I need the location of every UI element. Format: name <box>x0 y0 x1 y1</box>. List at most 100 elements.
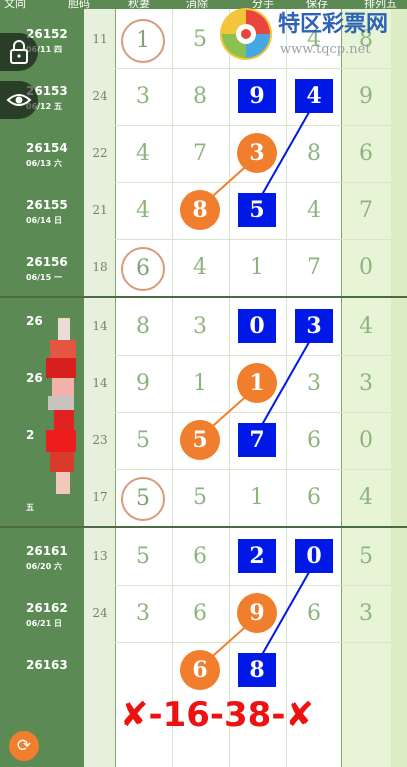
digit-blue-value: 8 <box>238 652 276 687</box>
digit-value: 4 <box>136 197 150 223</box>
digit-orange-value: 8 <box>180 189 220 230</box>
row-divider <box>115 182 391 183</box>
digit-orange-value: 6 <box>180 649 220 690</box>
digit-value: 8 <box>307 140 321 166</box>
digit-cell: 7 <box>338 190 394 232</box>
period-number: 26155 <box>26 198 68 212</box>
lock-button[interactable] <box>0 33 38 71</box>
digit-blue-value: 9 <box>238 78 276 113</box>
digit-cell: 4 <box>172 247 228 289</box>
sum-cell: 11 <box>92 31 108 46</box>
digit-value: 6 <box>307 427 321 453</box>
digit-cell <box>338 650 394 692</box>
header-col-1: 胆码 <box>68 0 90 9</box>
digit-cell: 8 <box>172 76 228 118</box>
sum-cell: 14 <box>92 318 108 333</box>
digit-cell: 0 <box>338 247 394 289</box>
digit-value: 1 <box>193 370 207 396</box>
row-divider <box>115 239 391 240</box>
digit-value: 6 <box>193 600 207 626</box>
digit-value: 5 <box>193 484 207 510</box>
period-cell: 26154 06/13 六 <box>20 125 80 182</box>
row-divider <box>115 469 391 470</box>
digit-cell: 6 <box>286 477 342 519</box>
digit-cell: 3 <box>115 593 171 635</box>
digit-value: 6 <box>193 543 207 569</box>
digit-cell: 9 <box>229 592 285 635</box>
digit-cell: 1 <box>172 363 228 405</box>
digit-cell: 6 <box>172 536 228 578</box>
period-number: 26163 <box>26 658 68 672</box>
digit-value: 9 <box>136 370 150 396</box>
digit-cell: 5 <box>172 419 228 462</box>
period-cell: 26155 06/14 日 <box>20 182 80 239</box>
digit-cell: 3 <box>286 306 342 348</box>
sum-cell: 24 <box>92 88 108 103</box>
digit-value: 3 <box>136 600 150 626</box>
digit-value: 0 <box>359 427 373 453</box>
digit-value: 4 <box>136 140 150 166</box>
digit-cell: 6 <box>115 246 171 291</box>
period-cell: 26156 06/15 一 <box>20 239 80 296</box>
digit-cell: 6 <box>286 593 342 635</box>
digit-value: 3 <box>307 370 321 396</box>
digit-cell: 1 <box>229 362 285 405</box>
digit-cell: 4 <box>286 190 342 232</box>
eye-button[interactable] <box>0 81 38 119</box>
reload-button[interactable]: ⟳ <box>9 731 39 761</box>
digit-cell: 4 <box>115 190 171 232</box>
period-number: 26 <box>26 314 43 328</box>
digit-cell: 6 <box>172 649 228 692</box>
eye-icon <box>6 94 32 106</box>
digit-cell: 1 <box>229 247 285 289</box>
digit-cell: 9 <box>115 363 171 405</box>
redacted-overlay <box>46 318 78 508</box>
digit-cell: 5 <box>172 477 228 519</box>
digit-cell: 5 <box>229 190 285 232</box>
digit-cell: 2 <box>229 536 285 578</box>
row-divider <box>115 68 391 69</box>
sum-cell: 23 <box>92 432 108 447</box>
sum-cell: 24 <box>92 605 108 620</box>
digit-value: 1 <box>250 254 264 280</box>
digit-cell: 6 <box>286 420 342 462</box>
digit-cell: 3 <box>172 306 228 348</box>
digit-blue-value: 0 <box>295 538 333 573</box>
digit-value: 6 <box>359 140 373 166</box>
digit-cell: 9 <box>229 76 285 118</box>
digit-value: 4 <box>193 254 207 280</box>
period-number: 26 <box>26 371 43 385</box>
digit-value: 7 <box>307 254 321 280</box>
digit-value: 5 <box>136 427 150 453</box>
digit-cell: 8 <box>229 650 285 692</box>
digit-cell <box>286 650 342 692</box>
period-date: 06/21 日 <box>26 619 62 628</box>
digit-cell: 7 <box>229 420 285 462</box>
period-date: 五 <box>26 503 34 512</box>
digit-orange-value: 3 <box>237 132 277 173</box>
result-text: ✘-16-38-✘ <box>120 695 314 735</box>
sum-cell: 17 <box>92 489 108 504</box>
period-cell: 26163 <box>20 642 80 699</box>
digit-cell: 3 <box>286 363 342 405</box>
digit-value: 0 <box>359 254 373 280</box>
row-divider <box>115 642 391 643</box>
row-divider <box>115 355 391 356</box>
digit-cell <box>115 650 171 692</box>
digit-cell: 8 <box>286 133 342 175</box>
row-divider <box>115 585 391 586</box>
digit-value: 5 <box>359 543 373 569</box>
digit-value: 5 <box>136 543 150 569</box>
digit-orange-value: 5 <box>180 419 220 460</box>
digit-value: 6 <box>307 484 321 510</box>
digit-circle-value: 1 <box>121 18 165 63</box>
digit-cell: 8 <box>172 189 228 232</box>
sum-cell: 18 <box>92 259 108 274</box>
digit-cell: 8 <box>115 306 171 348</box>
digit-cell: 3 <box>115 76 171 118</box>
digit-value: 9 <box>359 83 373 109</box>
site-logo: 特区彩票网 www.tqcp.net <box>218 4 398 66</box>
digit-blue-value: 4 <box>295 78 333 113</box>
digit-value: 7 <box>359 197 373 223</box>
logo-title: 特区彩票网 <box>278 12 389 37</box>
